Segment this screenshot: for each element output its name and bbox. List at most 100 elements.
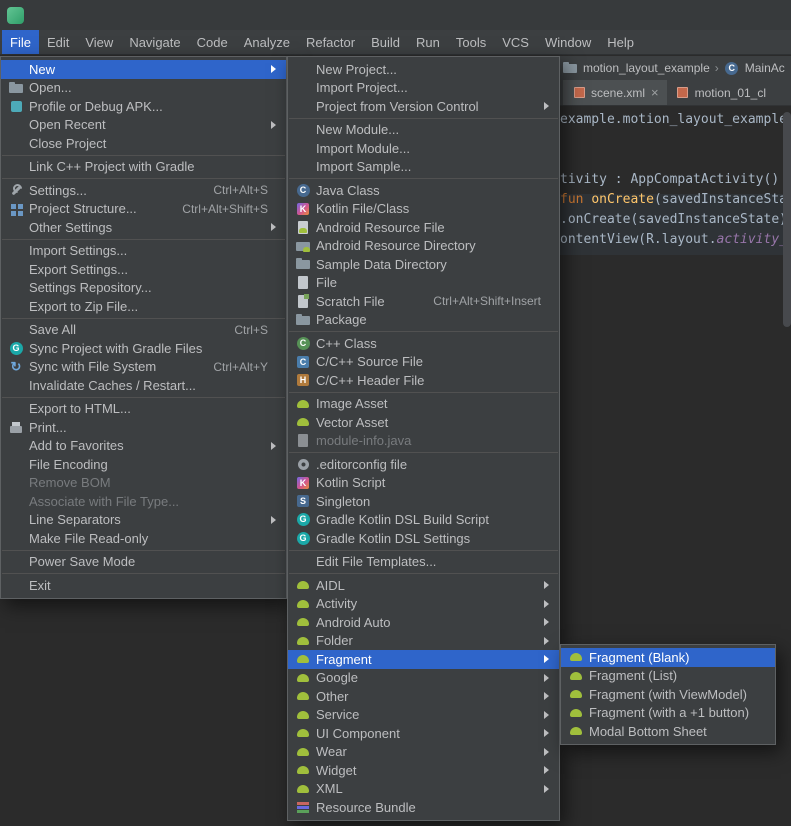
editor-scrollbar[interactable] xyxy=(783,106,791,826)
scrollbar-thumb[interactable] xyxy=(783,112,791,327)
menu-item[interactable]: Open... xyxy=(1,79,286,98)
gradle-icon xyxy=(295,530,311,546)
menu-item[interactable]: Android Auto xyxy=(288,613,559,632)
menu-item[interactable]: Save All Ctrl+S xyxy=(1,321,286,340)
menu-item[interactable]: UI Component xyxy=(288,724,559,743)
menu-item[interactable]: Service xyxy=(288,706,559,725)
menu-item[interactable]: Android Resource Directory xyxy=(288,237,559,256)
menu-item[interactable]: Make File Read-only xyxy=(1,529,286,548)
menu-item[interactable]: Remove BOM xyxy=(1,474,286,493)
menu-item[interactable]: Open Recent xyxy=(1,116,286,135)
menu-item[interactable]: Power Save Mode xyxy=(1,553,286,572)
menu-item[interactable]: Sample Data Directory xyxy=(288,255,559,274)
menu-item[interactable]: Profile or Debug APK... xyxy=(1,97,286,116)
menu-item[interactable]: Import Module... xyxy=(288,139,559,158)
menu-item[interactable]: Print... xyxy=(1,418,286,437)
menu-item[interactable]: Add to Favorites xyxy=(1,437,286,456)
menu-item[interactable]: Project Structure... Ctrl+Alt+Shift+S xyxy=(1,200,286,219)
menu-item[interactable]: Sync Project with Gradle Files xyxy=(1,339,286,358)
menu-item[interactable]: Resource Bundle xyxy=(288,798,559,817)
menu-item[interactable]: Kotlin File/Class xyxy=(288,200,559,219)
menu-item[interactable]: Kotlin Script xyxy=(288,474,559,493)
breadcrumb-item[interactable]: motion_layout_example xyxy=(583,61,710,75)
menu-item[interactable]: AIDL xyxy=(288,576,559,595)
menubar-item[interactable]: Window xyxy=(537,30,599,54)
menu-item-label: Modal Bottom Sheet xyxy=(589,724,707,739)
menubar-item[interactable]: Refactor xyxy=(298,30,363,54)
menubar-item[interactable]: Code xyxy=(189,30,236,54)
menu-item[interactable]: Export to HTML... xyxy=(1,400,286,419)
menu-item[interactable]: Java Class xyxy=(288,181,559,200)
menubar-item[interactable]: View xyxy=(77,30,121,54)
menu-item[interactable]: New xyxy=(1,60,286,79)
menu-item[interactable]: Vector Asset xyxy=(288,413,559,432)
menu-item[interactable]: Modal Bottom Sheet xyxy=(561,722,775,741)
menu-item[interactable]: Close Project xyxy=(1,134,286,153)
menu-item[interactable]: New Module... xyxy=(288,121,559,140)
menu-item[interactable]: Invalidate Caches / Restart... xyxy=(1,376,286,395)
menu-item[interactable]: Fragment xyxy=(288,650,559,669)
menu-item[interactable]: Settings... Ctrl+Alt+S xyxy=(1,181,286,200)
editor-tab[interactable]: scene.xml × xyxy=(563,80,667,105)
menubar-item[interactable]: Edit xyxy=(39,30,77,54)
menubar-item[interactable]: Run xyxy=(408,30,448,54)
menu-item[interactable]: Fragment (Blank) xyxy=(561,648,775,667)
menubar-item[interactable]: Navigate xyxy=(121,30,188,54)
menu-item[interactable]: Associate with File Type... xyxy=(1,492,286,511)
menu-item[interactable]: Export to Zip File... xyxy=(1,297,286,316)
menu-item[interactable]: Gradle Kotlin DSL Settings xyxy=(288,529,559,548)
menu-item[interactable]: Import Project... xyxy=(288,79,559,98)
menubar-item[interactable]: Help xyxy=(599,30,642,54)
menubar-item[interactable]: Tools xyxy=(448,30,494,54)
resource-bundle-icon xyxy=(295,799,311,815)
menu-item[interactable]: .editorconfig file xyxy=(288,455,559,474)
menu-item[interactable]: Settings Repository... xyxy=(1,279,286,298)
menu-item[interactable]: Export Settings... xyxy=(1,260,286,279)
menu-item[interactable]: Google xyxy=(288,669,559,688)
breadcrumb-item[interactable]: MainAc xyxy=(745,61,785,75)
menu-item[interactable]: Sync with File System Ctrl+Alt+Y xyxy=(1,358,286,377)
breadcrumb-chevron-icon: › xyxy=(715,61,719,75)
menu-item[interactable]: New Project... xyxy=(288,60,559,79)
menubar-item[interactable]: Analyze xyxy=(236,30,298,54)
menu-item[interactable]: XML xyxy=(288,780,559,799)
menubar-item[interactable]: File xyxy=(2,30,39,54)
menu-item-label: Line Separators xyxy=(29,512,121,527)
menu-item[interactable]: Link C++ Project with Gradle xyxy=(1,158,286,177)
menubar-item[interactable]: VCS xyxy=(494,30,537,54)
menu-item[interactable]: Other Settings xyxy=(1,218,286,237)
menu-item[interactable]: C/C++ Header File xyxy=(288,371,559,390)
menu-item[interactable]: Gradle Kotlin DSL Build Script xyxy=(288,511,559,530)
menu-item[interactable]: Project from Version Control xyxy=(288,97,559,116)
menu-item[interactable]: Image Asset xyxy=(288,395,559,414)
menu-item[interactable]: Other xyxy=(288,687,559,706)
menu-item[interactable]: C/C++ Source File xyxy=(288,353,559,372)
menu-item[interactable]: Widget xyxy=(288,761,559,780)
menu-item[interactable]: Import Settings... xyxy=(1,242,286,261)
java-class-icon xyxy=(295,182,311,198)
menu-item[interactable]: Fragment (List) xyxy=(561,667,775,686)
menu-item[interactable]: Scratch File Ctrl+Alt+Shift+Insert xyxy=(288,292,559,311)
tab-close-icon[interactable]: × xyxy=(651,85,659,100)
menu-item[interactable]: File Encoding xyxy=(1,455,286,474)
menu-item[interactable]: Line Separators xyxy=(1,511,286,530)
menu-item[interactable]: Exit xyxy=(1,576,286,595)
menu-item[interactable]: Import Sample... xyxy=(288,158,559,177)
menu-item[interactable]: Folder xyxy=(288,632,559,651)
menu-item[interactable]: Package xyxy=(288,311,559,330)
menu-item[interactable]: Fragment (with a +1 button) xyxy=(561,704,775,723)
menu-item-shortcut: Ctrl+S xyxy=(216,323,268,337)
menu-item[interactable]: Fragment (with ViewModel) xyxy=(561,685,775,704)
menu-item[interactable]: File xyxy=(288,274,559,293)
menubar-item[interactable]: Build xyxy=(363,30,408,54)
editor-tab[interactable]: motion_01_cl xyxy=(667,80,780,105)
menu-item[interactable]: Android Resource File xyxy=(288,218,559,237)
menu-item-label: Android Resource File xyxy=(316,220,445,235)
menu-item[interactable]: module-info.java xyxy=(288,432,559,451)
menu-item[interactable]: Wear xyxy=(288,743,559,762)
menu-item[interactable]: Activity xyxy=(288,595,559,614)
menu-item[interactable]: C++ Class xyxy=(288,334,559,353)
android-icon xyxy=(295,670,311,686)
menu-item[interactable]: Edit File Templates... xyxy=(288,553,559,572)
menu-item[interactable]: Singleton xyxy=(288,492,559,511)
